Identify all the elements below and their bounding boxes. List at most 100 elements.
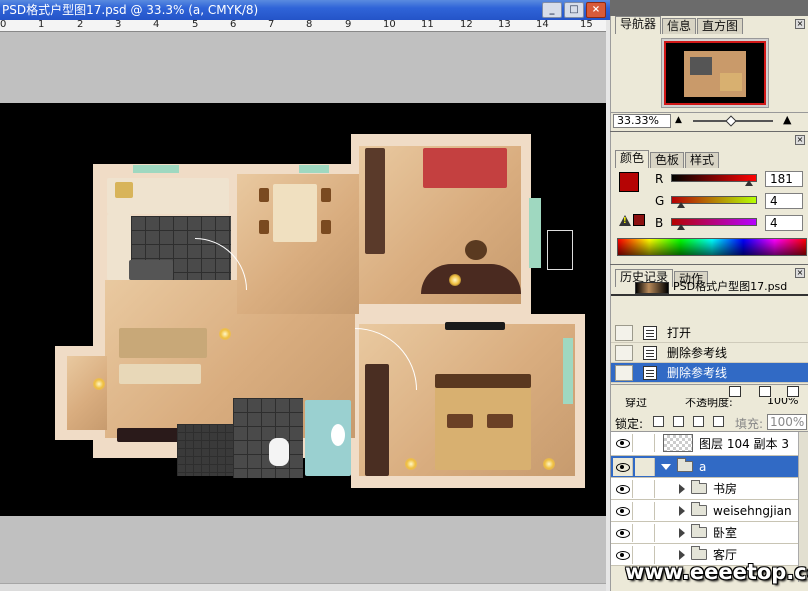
group-collapse-icon[interactable] xyxy=(679,550,685,560)
history-source-checkbox[interactable] xyxy=(615,345,633,361)
new-document-icon[interactable] xyxy=(729,386,741,397)
visibility-eye-icon[interactable] xyxy=(613,434,633,452)
history-item[interactable]: 打开 xyxy=(611,323,808,343)
gamut-warning-icon[interactable] xyxy=(619,215,631,226)
layer-thumbnail xyxy=(663,434,693,452)
ruler-mark: 1 xyxy=(38,20,45,30)
panel-close-icon[interactable]: × xyxy=(795,135,805,145)
new-snapshot-icon[interactable] xyxy=(759,386,771,397)
visibility-eye-icon[interactable] xyxy=(613,524,633,542)
history-state-icon xyxy=(643,346,657,360)
artboard[interactable] xyxy=(0,103,606,516)
zoom-input[interactable]: 33.33% xyxy=(613,114,671,128)
channel-b-handle[interactable] xyxy=(677,224,685,230)
zoom-slider-handle[interactable] xyxy=(725,115,737,127)
lock-move-icon[interactable] xyxy=(693,416,704,427)
tab-navigator[interactable]: 导航器 xyxy=(615,16,662,34)
history-panel: 历史记录 动作 × PSD格式户型图17.psd 打开 删除参考线 删除参考线 xyxy=(610,265,808,398)
folder-icon xyxy=(677,458,693,472)
layer-row[interactable]: 图层 104 副本 3 xyxy=(611,432,808,456)
document-title: PSD格式户型图17.psd @ 33.3% (a, CMYK/8) xyxy=(2,3,259,17)
layer-group-row[interactable]: 卧室 xyxy=(611,522,808,544)
history-item-label: 删除参考线 xyxy=(667,366,728,380)
panel-close-icon[interactable]: × xyxy=(795,19,805,29)
channel-label: G xyxy=(655,194,665,208)
opacity-input[interactable]: 100% xyxy=(767,398,798,407)
ruler-mark: 15 xyxy=(580,20,593,30)
group-collapse-icon[interactable] xyxy=(679,506,685,516)
tab-info[interactable]: 信息 xyxy=(662,18,697,34)
tab-styles[interactable]: 样式 xyxy=(685,152,720,168)
layer-link-cell[interactable] xyxy=(635,458,655,476)
layer-link-cell[interactable] xyxy=(635,502,655,520)
fill-label: 填充: xyxy=(735,417,764,431)
color-panel: 颜色 色板 样式 × R 181 G 4 B 4 xyxy=(610,132,808,264)
document-horizontal-scrollbar[interactable] xyxy=(0,583,606,591)
document-window: PSD格式户型图17.psd @ 33.3% (a, CMYK/8) _ □ ×… xyxy=(0,0,610,591)
history-source-checkbox[interactable] xyxy=(615,365,633,381)
layer-link-cell[interactable] xyxy=(635,480,655,498)
group-expand-icon[interactable] xyxy=(661,464,671,470)
opacity-label: 不透明度: xyxy=(685,398,733,409)
fill-input[interactable]: 100% xyxy=(767,414,807,430)
visibility-eye-icon[interactable] xyxy=(613,502,633,520)
folder-icon xyxy=(691,546,707,560)
lock-brush-icon[interactable] xyxy=(673,416,684,427)
history-source-checkbox[interactable] xyxy=(615,325,633,341)
trash-icon[interactable] xyxy=(787,386,799,397)
history-state-icon xyxy=(643,366,657,380)
window-controls: _ □ × xyxy=(542,2,606,18)
layer-name: weisehngjian xyxy=(713,504,792,518)
group-collapse-icon[interactable] xyxy=(679,484,685,494)
ruler-mark: 10 xyxy=(383,20,396,30)
canvas-area[interactable] xyxy=(0,33,606,583)
channel-r-input[interactable]: 181 xyxy=(765,171,803,187)
history-item-label: 打开 xyxy=(667,326,692,340)
lock-all-icon[interactable] xyxy=(713,416,724,427)
history-snapshot[interactable]: PSD格式户型图17.psd xyxy=(611,280,808,296)
ruler-mark: 8 xyxy=(306,20,313,30)
channel-b-input[interactable]: 4 xyxy=(765,215,803,231)
photoshop-window: PSD格式户型图17.psd @ 33.3% (a, CMYK/8) _ □ ×… xyxy=(0,0,808,591)
gamut-swatch[interactable] xyxy=(633,214,645,226)
navigator-preview[interactable] xyxy=(661,38,769,108)
ruler-mark: 3 xyxy=(115,20,122,30)
layer-group-row[interactable]: weisehngjian xyxy=(611,500,808,522)
close-button[interactable]: × xyxy=(586,2,606,18)
history-item-selected[interactable]: 删除参考线 xyxy=(611,363,808,383)
zoom-out-icon[interactable]: ▲ xyxy=(675,115,682,125)
foreground-color-swatch[interactable] xyxy=(619,172,639,192)
color-spectrum-bar[interactable] xyxy=(617,238,807,256)
maximize-button[interactable]: □ xyxy=(564,2,584,18)
visibility-eye-icon[interactable] xyxy=(613,480,633,498)
layer-group-row[interactable]: 书房 xyxy=(611,478,808,500)
layer-link-cell[interactable] xyxy=(635,434,655,452)
ruler-mark: 4 xyxy=(153,20,160,30)
minimize-button[interactable]: _ xyxy=(542,2,562,18)
horizontal-ruler[interactable]: 0 1 2 3 4 5 6 7 8 9 10 11 12 13 14 15 xyxy=(0,20,606,32)
channel-r-handle[interactable] xyxy=(745,180,753,186)
blend-mode-select[interactable]: 穿过 xyxy=(625,398,647,410)
layers-top-row: 穿过 不透明度: 100% xyxy=(611,398,808,412)
watermark-text: www.eeeetop.com xyxy=(625,560,808,584)
layer-link-cell[interactable] xyxy=(635,524,655,542)
group-collapse-icon[interactable] xyxy=(679,528,685,538)
tab-histogram[interactable]: 直方图 xyxy=(697,18,744,34)
channel-r: R 181 xyxy=(651,170,808,188)
tab-color[interactable]: 颜色 xyxy=(615,150,650,168)
lock-transparency-icon[interactable] xyxy=(653,416,664,427)
panel-close-icon[interactable]: × xyxy=(795,268,805,278)
ruler-mark: 0 xyxy=(0,20,7,30)
tab-swatches[interactable]: 色板 xyxy=(650,152,685,168)
channel-label: B xyxy=(655,216,664,230)
document-title-bar[interactable]: PSD格式户型图17.psd @ 33.3% (a, CMYK/8) _ □ × xyxy=(0,0,610,20)
ruler-mark: 13 xyxy=(498,20,511,30)
zoom-in-icon[interactable]: ▲ xyxy=(783,113,791,126)
visibility-eye-icon[interactable] xyxy=(613,458,633,476)
history-item[interactable]: 删除参考线 xyxy=(611,343,808,363)
layer-group-row-selected[interactable]: a xyxy=(611,456,808,478)
navigator-view-box[interactable] xyxy=(664,41,766,105)
channel-g-handle[interactable] xyxy=(677,202,685,208)
channel-g-input[interactable]: 4 xyxy=(765,193,803,209)
zoom-row: 33.33% ▲ ▲ xyxy=(611,112,808,128)
